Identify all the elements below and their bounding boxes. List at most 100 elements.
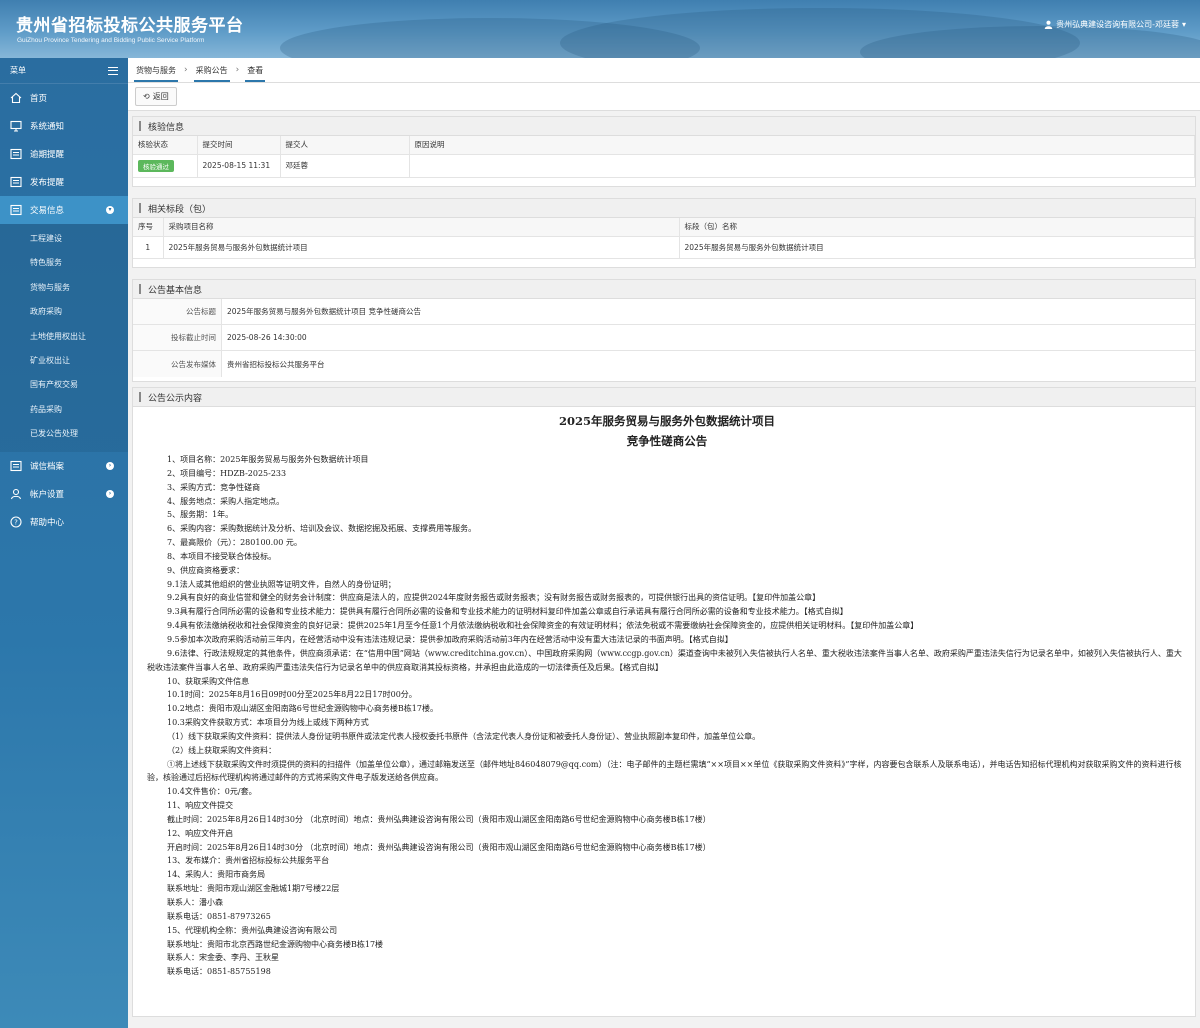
notice-line: 9、供应商资格要求：	[167, 565, 245, 575]
notice-line: 联系电话：0851-85755198	[167, 967, 271, 977]
expand-toggle-icon: ▾	[106, 206, 114, 214]
table-cell	[409, 154, 1195, 178]
user-menu[interactable]: 贵州弘典建设咨询有限公司-邓廷蓉 ▾	[1044, 19, 1186, 30]
sidebar-item-label: 帐户设置	[30, 489, 65, 500]
sidebar-item-help[interactable]: ? 帮助中心	[0, 508, 128, 536]
notice-line: 联系地址：贵阳市观山湖区金融城1期7号楼22层	[167, 884, 340, 894]
home-icon	[10, 92, 22, 104]
sections-table: 序号 采购项目名称 标段（包）名称 1 2025年服务贸易与服务外包数据统计项目…	[133, 218, 1195, 259]
notice-line: 开启时间：2025年8月26日14时30分 （北京时间）地点：贵州弘典建设咨询有…	[167, 842, 711, 852]
panel-title: 公告公示内容	[148, 393, 203, 404]
breadcrumb-item[interactable]: 查看	[245, 62, 266, 82]
info-value: 贵州省招标投标公共服务平台	[227, 359, 325, 369]
submenu-item-land-use[interactable]: 土地使用权出让	[0, 325, 128, 349]
site-subtitle: GuiZhou Province Tendering and Bidding P…	[17, 37, 205, 44]
submenu-item-goods-services[interactable]: 货物与服务	[0, 276, 128, 300]
menu-label: 菜单	[10, 66, 26, 75]
toolbar: ⟲ 返回	[128, 83, 1200, 111]
notice-line: （2）线上获取采购文件资料：	[167, 745, 277, 755]
notice-line: 9.6法律、行政法规规定的其他条件，供应商须承诺：在“信用中国”网站（www.c…	[147, 648, 1182, 672]
sidebar-item-label: 交易信息	[30, 206, 65, 216]
notice-line: 9.3具有履行合同所必需的设备和专业技术能力：提供具有履行合同所必需的设备和专业…	[167, 607, 848, 617]
submenu-item-state-property[interactable]: 国有产权交易	[0, 373, 128, 397]
notice-line: 联系人：潘小森	[167, 898, 223, 907]
notice-line: 3、采购方式：竞争性磋商	[167, 482, 261, 492]
info-value: 2025年服务贸易与服务外包数据统计项目 竞争性磋商公告	[227, 307, 421, 316]
expand-toggle-icon: ›	[106, 489, 114, 498]
sidebar-header: 菜单	[0, 58, 128, 84]
notice-line: 9.2具有良好的商业信誉和健全的财务会计制度：供应商是法人的，应提供2024年度…	[167, 593, 821, 603]
notice-line: 10.2地点：贵阳市观山湖区金阳南路6号世纪金源购物中心商务楼B栋17楼。	[167, 704, 438, 714]
back-icon: ⟲	[143, 92, 150, 101]
notice-line: 5、服务期：1年。	[167, 510, 234, 520]
notice-line: 9.5参加本次政府采购活动前三年内，在经营活动中没有违法违规记录：提供参加政府采…	[167, 634, 733, 644]
sidebar-item-label: 首页	[30, 94, 48, 104]
sidebar-item-label: 系统通知	[30, 122, 65, 132]
info-row: 投标截止时间 2025-08-26 14:30:00	[133, 325, 1195, 351]
sidebar-item-notices[interactable]: 系统通知	[0, 112, 128, 140]
list-icon	[10, 148, 22, 160]
panel-marker	[139, 121, 141, 131]
user-name: 贵州弘典建设咨询有限公司-邓廷蓉	[1056, 20, 1179, 29]
column-header: 采购项目名称	[163, 218, 680, 237]
status-badge: 核验通过	[138, 159, 174, 172]
submenu-item-special-services[interactable]: 特色服务	[0, 251, 128, 275]
notice-line: 15、代理机构全称：贵州弘典建设咨询有限公司	[167, 925, 338, 935]
submenu-item-gov-procurement[interactable]: 政府采购	[0, 300, 128, 324]
list-icon	[10, 460, 22, 472]
notice-line: 1、项目名称：2025年服务贸易与服务外包数据统计项目	[167, 455, 369, 464]
sidebar-item-label: 逾期提醒	[30, 150, 65, 160]
back-button[interactable]: ⟲ 返回	[135, 87, 177, 106]
notice-line: 10.3采购文件获取方式：本项目分为线上或线下两种方式	[167, 718, 369, 728]
notice-line: 14、采购人：贵阳市商务局	[167, 870, 266, 880]
notice-line: 6、采购内容：采购数据统计及分析、培训及会议、数据挖掘及拓展、支撑费用等服务。	[167, 524, 477, 534]
panel-header: 核验信息	[133, 117, 1195, 136]
notice-line: 10.1时间：2025年8月16日09时00分至2025年8月22日17时00分…	[167, 690, 417, 700]
verify-table: 核验状态 提交时间 提交人 原因说明 核验通过 2025-08-15 11:31…	[133, 136, 1195, 178]
info-value: 2025-08-26 14:30:00	[227, 333, 307, 342]
sidebar-item-home[interactable]: 首页	[0, 84, 128, 112]
sidebar-item-overdue[interactable]: 逾期提醒	[0, 140, 128, 168]
sidebar-item-label: 诚信档案	[30, 461, 65, 472]
user-icon	[10, 488, 22, 500]
column-header: 提交人	[280, 136, 410, 155]
panel-title: 相关标段（包）	[148, 204, 212, 215]
sidebar-item-credit-archive[interactable]: 诚信档案 ›	[0, 452, 128, 480]
submenu-item-drug-procurement[interactable]: 药品采购	[0, 398, 128, 422]
sidebar-item-publish-reminder[interactable]: 发布提醒	[0, 168, 128, 196]
submenu-item-published-handling[interactable]: 已发公告处理	[0, 422, 128, 446]
notice-line: 10、获取采购文件信息	[167, 676, 250, 686]
sidebar-item-label: 帮助中心	[30, 517, 65, 528]
notice-line: 截止时间：2025年8月26日14时30分 （北京时间）地点：贵州弘典建设咨询有…	[167, 814, 711, 824]
notice-heading: 2025年服务贸易与服务外包数据统计项目	[558, 414, 775, 428]
info-row: 公告发布媒体 贵州省招标投标公共服务平台	[133, 351, 1195, 377]
list-icon	[10, 204, 22, 216]
notice-line: 联系地址：贵阳市北京西路世纪金源购物中心商务楼B栋17楼	[167, 939, 384, 949]
column-header: 序号	[133, 218, 164, 237]
submenu-item-mining-rights[interactable]: 矿业权出让	[0, 349, 128, 373]
notice-line: 联系人：宋金委、李丹、王秋星	[167, 953, 279, 963]
info-label: 公告标题	[133, 299, 222, 324]
sidebar-item-account-settings[interactable]: 帐户设置 ›	[0, 480, 128, 508]
table-cell: 2025-08-15 11:31	[197, 154, 281, 178]
sidebar-item-label: 发布提醒	[30, 178, 65, 188]
notice-panel: 公告公示内容 2025年服务贸易与服务外包数据统计项目 竞争性磋商公告 1、项目…	[132, 387, 1196, 1017]
table-row: 1 2025年服务贸易与服务外包数据统计项目 2025年服务贸易与服务外包数据统…	[133, 236, 1195, 259]
breadcrumb-item[interactable]: 采购公告	[193, 62, 230, 82]
table-cell: 2025年服务贸易与服务外包数据统计项目	[163, 236, 680, 259]
panel-title: 公告基本信息	[148, 285, 203, 296]
submenu-item-engineering[interactable]: 工程建设	[0, 227, 128, 251]
info-label: 投标截止时间	[133, 325, 222, 350]
back-label: 返回	[152, 92, 169, 101]
basic-info-panel: 公告基本信息 公告标题 2025年服务贸易与服务外包数据统计项目 竞争性磋商公告…	[132, 279, 1196, 382]
panel-header: 相关标段（包）	[133, 199, 1195, 218]
trade-info-submenu: 工程建设 特色服务 货物与服务 政府采购 土地使用权出让 矿业权出让 国有产权交…	[0, 224, 128, 452]
caret-down-icon: ▾	[1181, 20, 1186, 29]
sidebar-item-trade-info[interactable]: 交易信息 ▾	[0, 196, 128, 224]
notice-line: 9.1法人或其他组织的营业执照等证明文件，自然人的身份证明；	[167, 579, 396, 589]
menu-toggle-icon[interactable]	[108, 66, 118, 75]
main-content: 货物与服务 › 采购公告 › 查看 ⟲ 返回 核验信息 核验状态 提交时间 提交…	[128, 58, 1200, 1028]
svg-text:?: ?	[14, 518, 18, 526]
breadcrumb-item[interactable]: 货物与服务	[134, 62, 178, 82]
panel-title: 核验信息	[148, 122, 185, 133]
